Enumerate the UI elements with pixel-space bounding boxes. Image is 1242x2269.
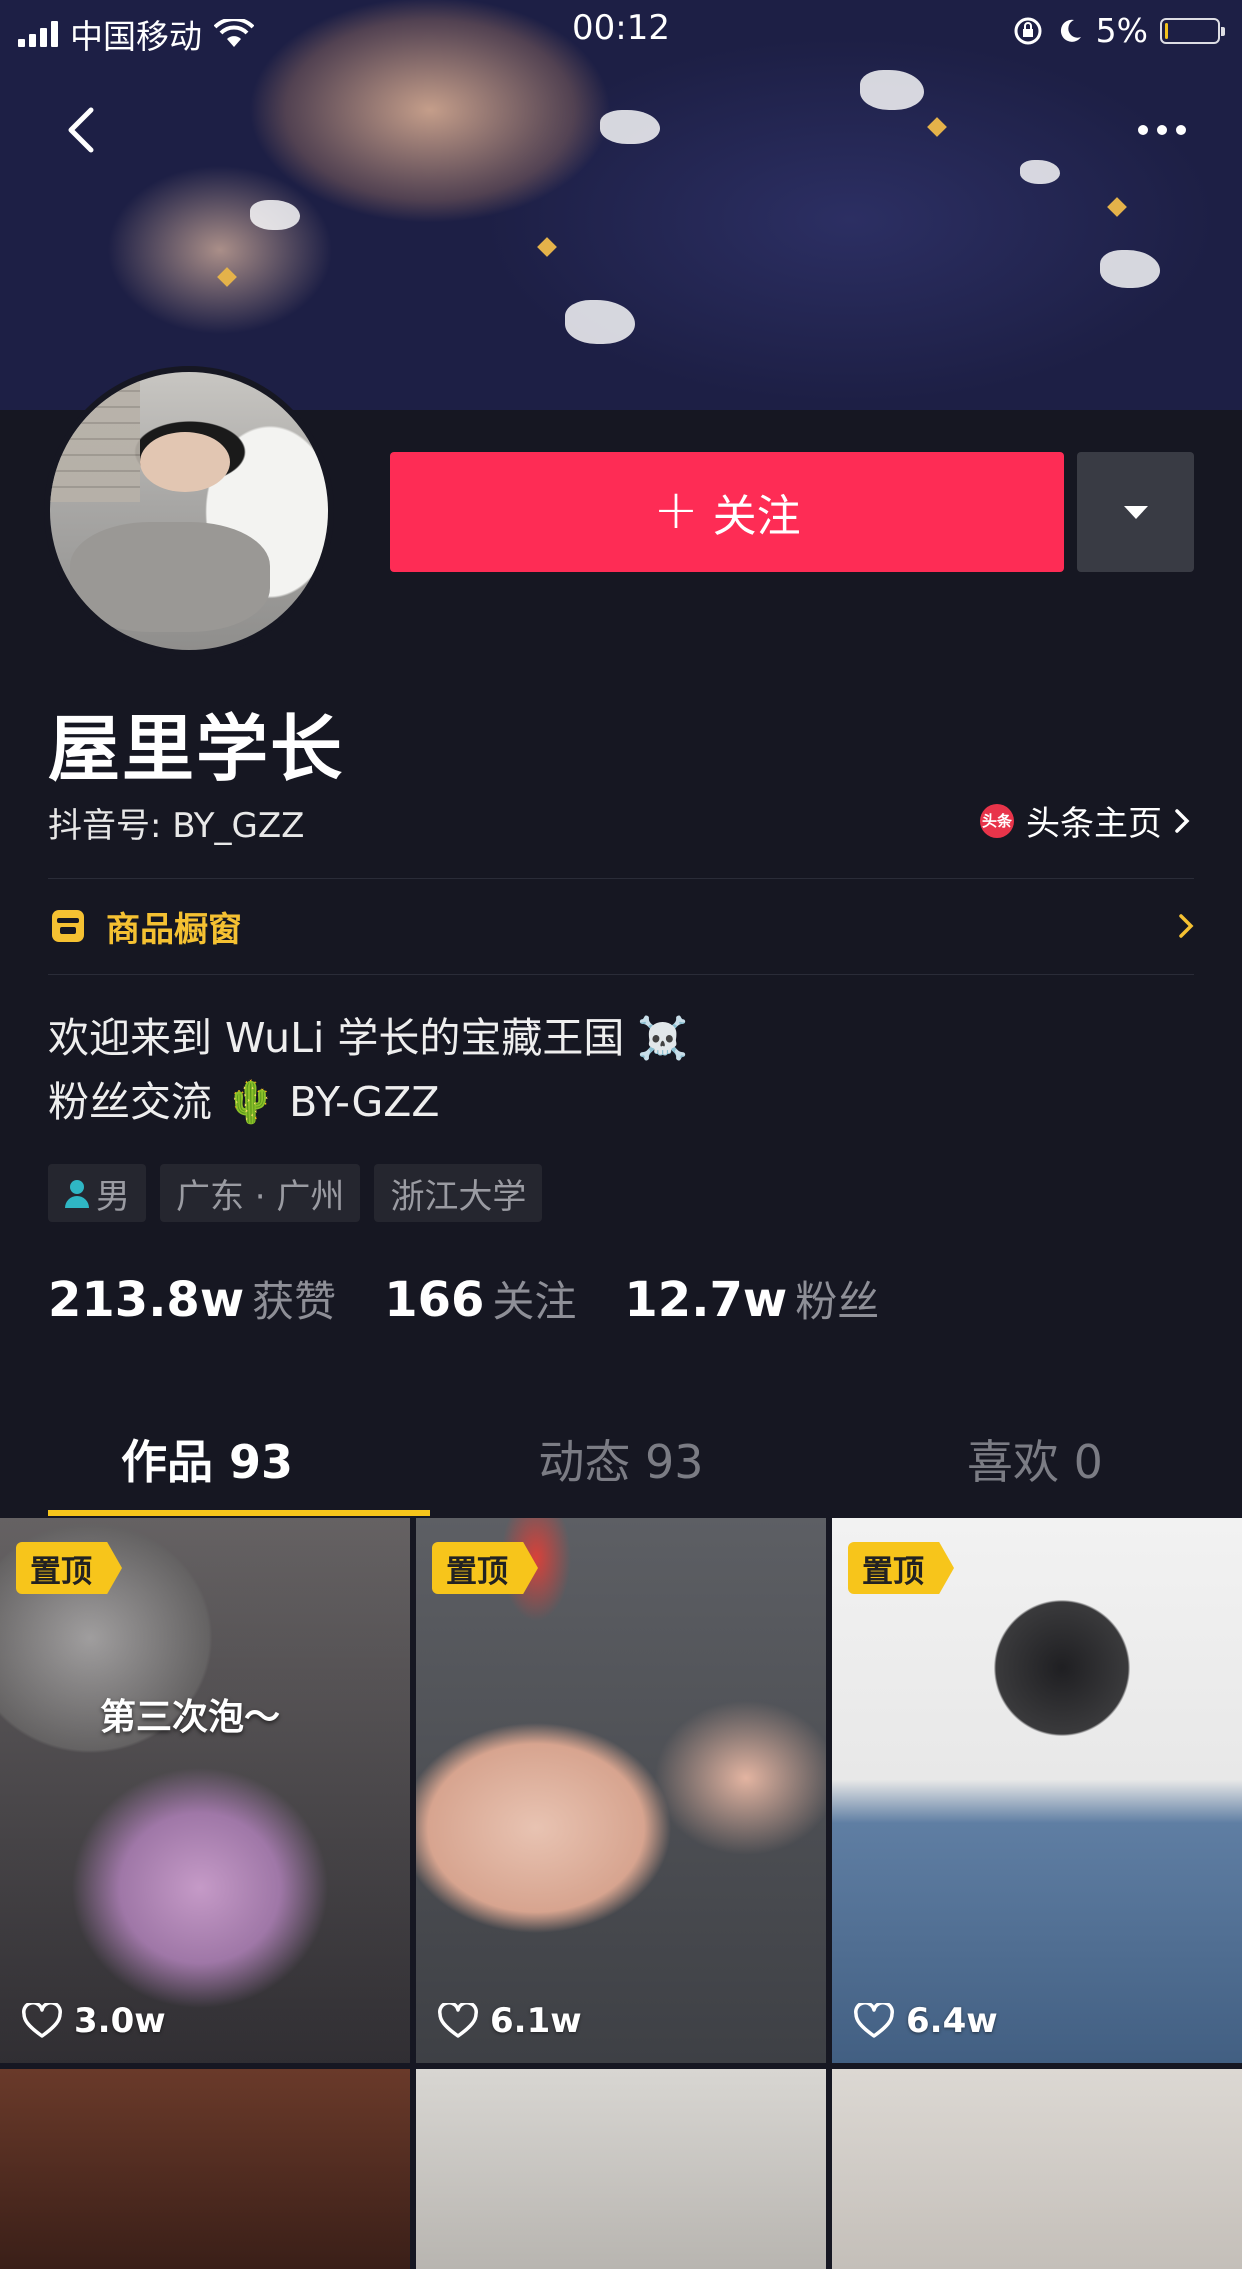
- shop-window-label: 商品橱窗: [106, 909, 242, 950]
- video-thumbnail[interactable]: 置顶 6.4w: [832, 1518, 1242, 2063]
- video-grid: 置顶 第三次泡～ 3.0w 置顶 6.1w 置顶 6.4w: [0, 1518, 1242, 2269]
- video-thumbnail[interactable]: [416, 2069, 826, 2269]
- rotation-lock-icon: [1014, 17, 1042, 44]
- follow-label: 关注: [712, 491, 801, 542]
- video-likes-count: 6.4w: [906, 2001, 998, 2041]
- likes-label: 获赞: [252, 1277, 337, 1326]
- chevron-left-icon: [68, 107, 94, 153]
- douyin-id: 抖音号: BY_GZZ: [48, 806, 305, 846]
- gender-tag: 男: [48, 1164, 146, 1222]
- status-bar: 中国移动 00:12 5%: [0, 0, 1242, 58]
- battery-percent: 5%: [1095, 11, 1148, 50]
- video-likes: 3.0w: [22, 2001, 166, 2041]
- bio-line: 粉丝交流 🌵 BY-GZZ: [48, 1078, 440, 1126]
- back-button[interactable]: [38, 88, 122, 172]
- pinned-badge: 置顶: [432, 1542, 538, 1594]
- cover-photo: [0, 0, 1242, 410]
- shop-icon: [52, 910, 84, 942]
- avatar-frame: [44, 366, 334, 656]
- toutiao-label: 头条主页: [1026, 804, 1162, 844]
- heart-outline-icon: [854, 2003, 894, 2038]
- likes-stat: 213.8w 获赞: [48, 1268, 336, 1329]
- content-tabs: 作品 93 动态 93 喜欢 0: [0, 1400, 1242, 1518]
- toutiao-icon: 头条: [980, 803, 1014, 838]
- school-tag: 浙江大学: [374, 1164, 543, 1222]
- shop-window-row[interactable]: 商品橱窗: [48, 878, 1194, 974]
- moon-icon: [1060, 19, 1081, 42]
- location-tag: 广东 · 广州: [160, 1164, 361, 1222]
- recommend-dropdown-button[interactable]: [1077, 452, 1194, 572]
- video-likes-count: 3.0w: [74, 2001, 166, 2041]
- follow-button[interactable]: + 关注: [390, 452, 1064, 572]
- tab-dynamics[interactable]: 动态 93: [414, 1400, 828, 1518]
- following-label: 关注: [492, 1277, 577, 1326]
- video-thumbnail[interactable]: 置顶 6.1w: [416, 1518, 826, 2063]
- video-likes: 6.1w: [438, 2001, 582, 2041]
- video-likes: 6.4w: [854, 2001, 998, 2041]
- pinned-badge: 置顶: [848, 1542, 954, 1594]
- profile-nickname: 屋里学长: [48, 707, 345, 791]
- more-dots-icon: [1138, 125, 1186, 135]
- user-icon: [65, 1180, 89, 1208]
- video-thumbnail[interactable]: 置顶 第三次泡～ 3.0w: [0, 1518, 410, 2063]
- tab-works[interactable]: 作品 93: [0, 1400, 414, 1518]
- active-tab-indicator: [48, 1510, 430, 1516]
- video-caption: 第三次泡～: [100, 1697, 281, 1738]
- caret-down-icon: [1123, 505, 1148, 519]
- video-thumbnail[interactable]: [832, 2069, 1242, 2269]
- profile-tags: 男 广东 · 广州 浙江大学: [48, 1164, 543, 1222]
- fans-stat[interactable]: 12.7w 粉丝: [624, 1268, 879, 1329]
- profile-stats: 213.8w 获赞 166 关注 12.7w 粉丝: [48, 1268, 879, 1329]
- fans-label: 粉丝: [795, 1277, 880, 1326]
- tab-likes[interactable]: 喜欢 0: [828, 1400, 1242, 1518]
- avatar[interactable]: [50, 372, 328, 650]
- heart-outline-icon: [438, 2003, 478, 2038]
- video-thumbnail[interactable]: [0, 2069, 410, 2269]
- chevron-right-icon: [1175, 808, 1190, 833]
- divider: [48, 974, 1194, 975]
- more-options-button[interactable]: [1120, 88, 1204, 172]
- chevron-right-icon: [1179, 914, 1194, 938]
- fans-count: 12.7w: [624, 1272, 788, 1328]
- battery-icon: [1160, 17, 1225, 44]
- bio-line: 欢迎来到 WuLi 学长的宝藏王国 ☠️: [48, 1014, 689, 1062]
- heart-outline-icon: [22, 2003, 62, 2038]
- video-likes-count: 6.1w: [490, 2001, 582, 2041]
- following-stat[interactable]: 166 关注: [384, 1268, 576, 1329]
- pinned-badge: 置顶: [16, 1542, 122, 1594]
- likes-count: 213.8w: [48, 1272, 245, 1328]
- following-count: 166: [384, 1272, 485, 1328]
- bio: 欢迎来到 WuLi 学长的宝藏王国 ☠️ 粉丝交流 🌵 BY-GZZ: [48, 1006, 688, 1134]
- toutiao-homepage-link[interactable]: 头条 头条主页: [980, 796, 1190, 845]
- plus-icon: +: [653, 478, 699, 541]
